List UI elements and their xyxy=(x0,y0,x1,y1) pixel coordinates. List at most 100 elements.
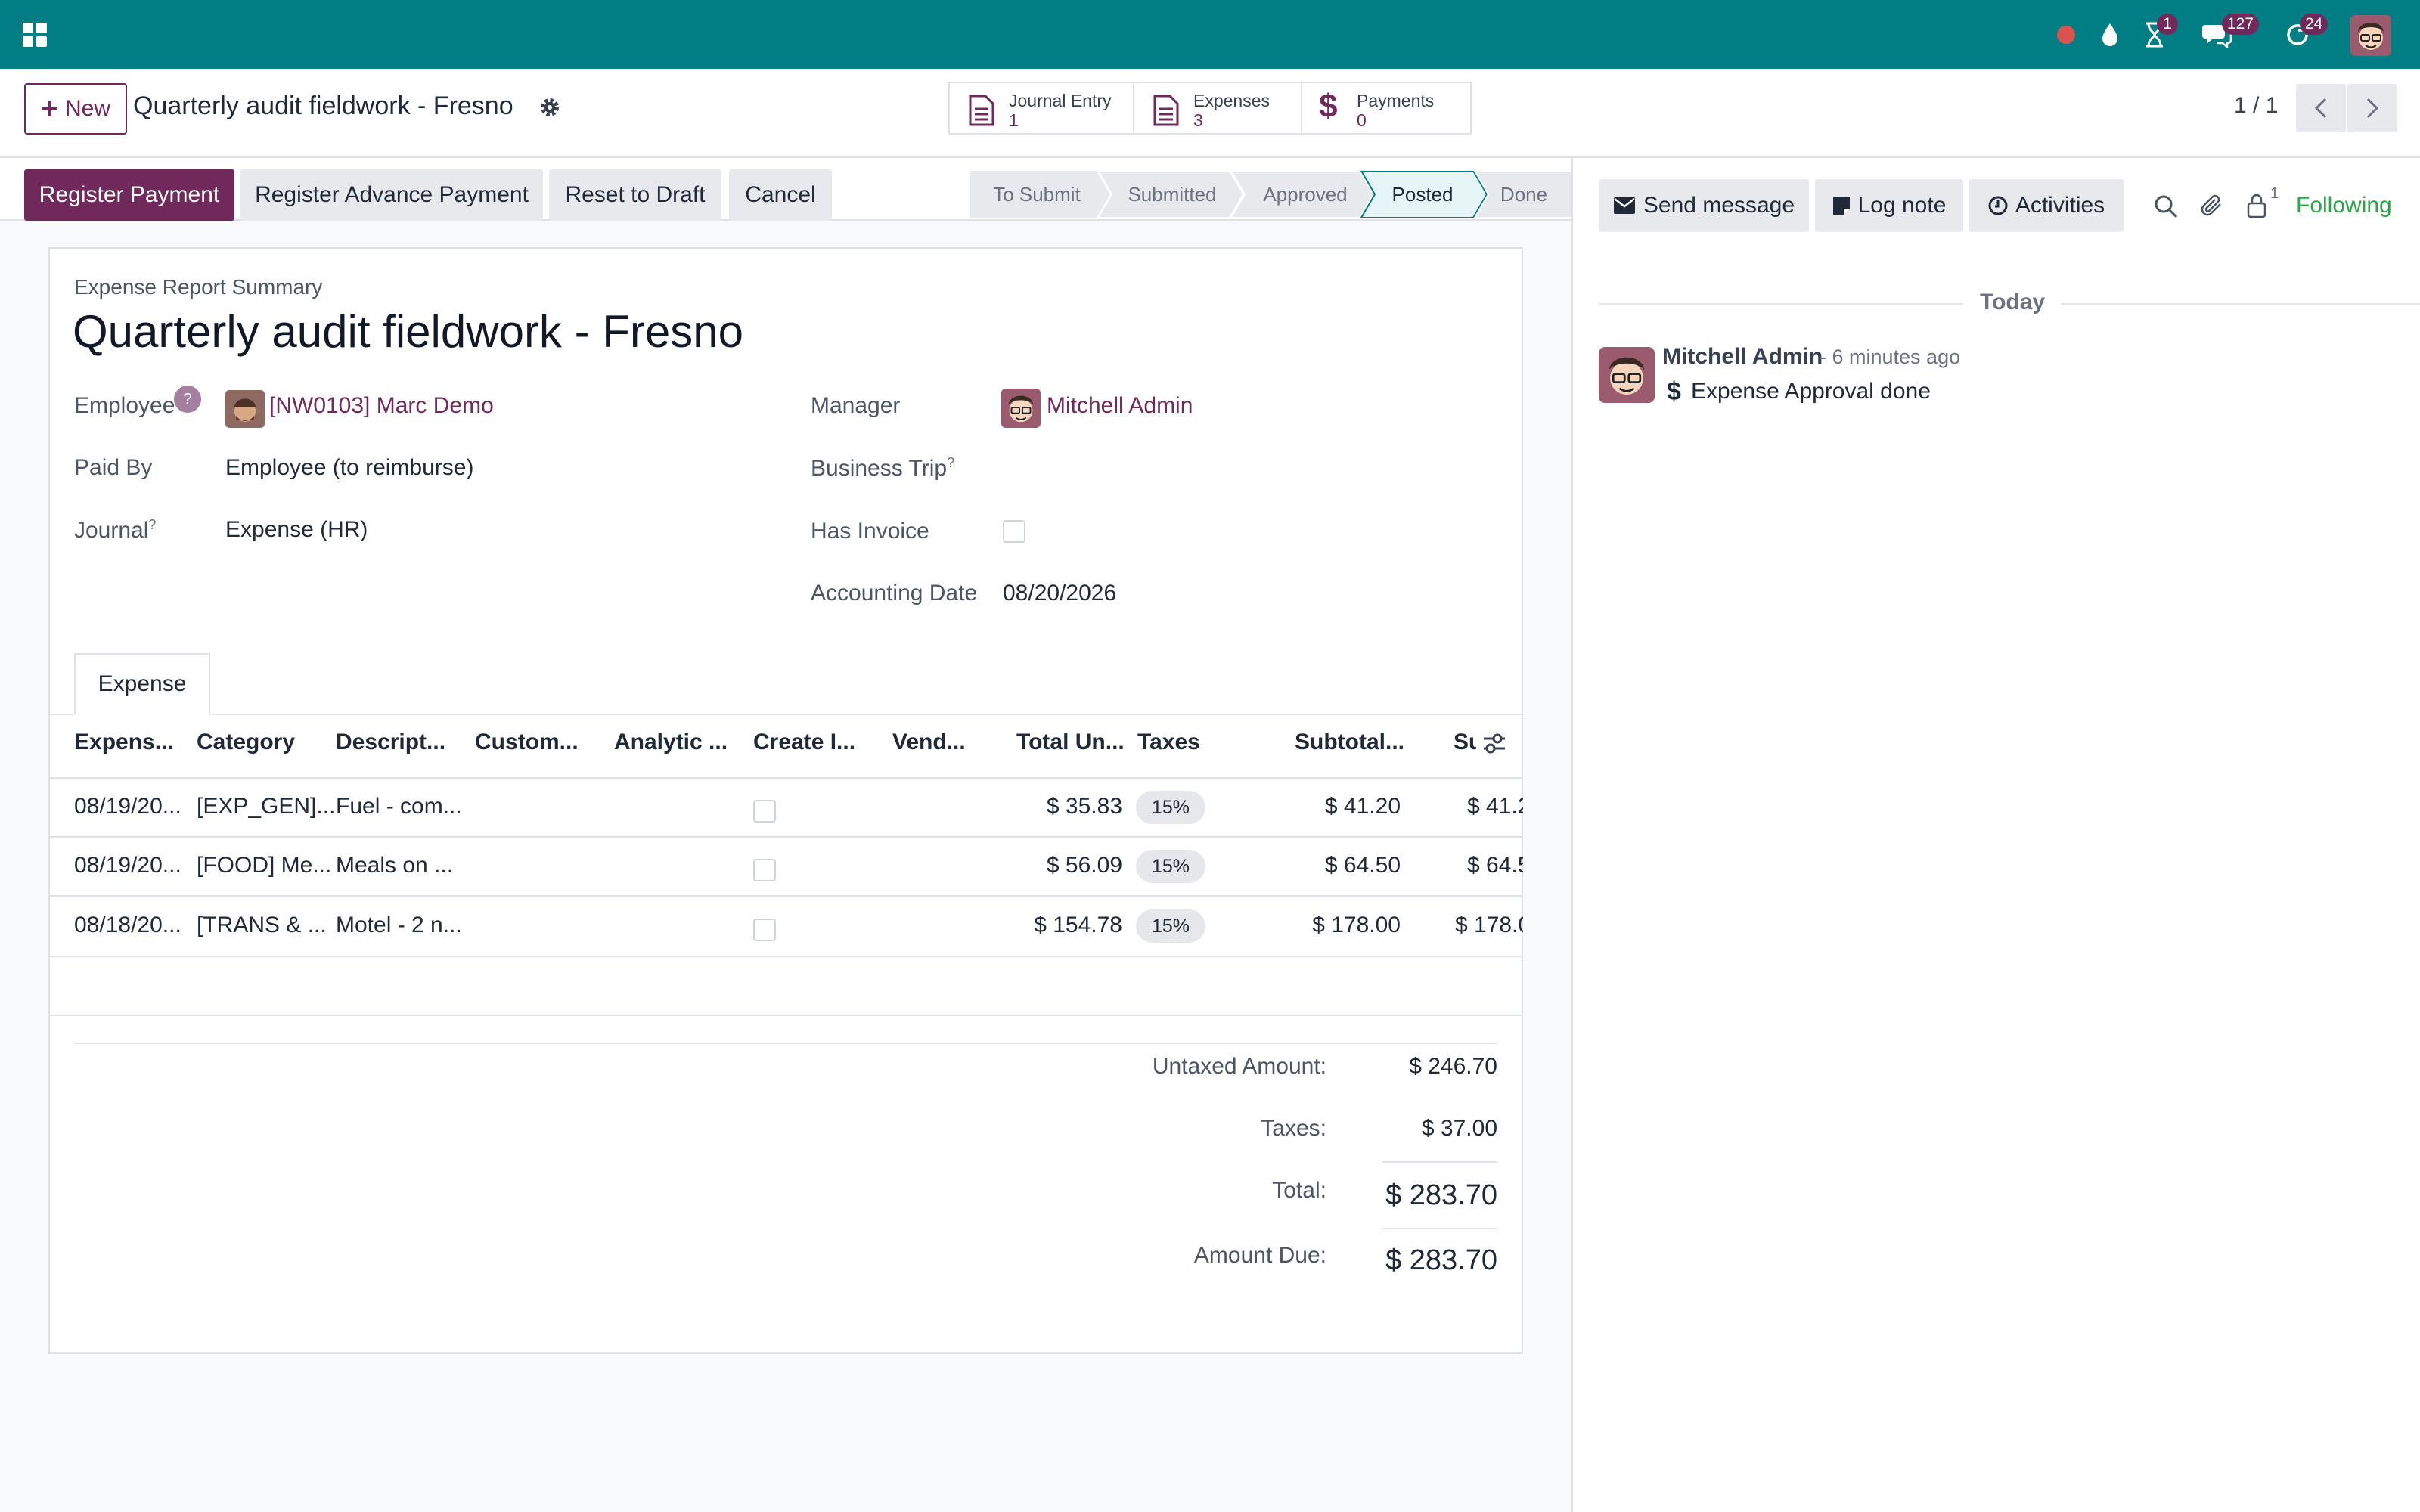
cell-subtotal-2: $ 64.5 xyxy=(1467,853,1523,878)
followers-count: 1 xyxy=(2270,185,2279,202)
business-trip-label-text: Business Trip xyxy=(811,456,948,481)
column-header-category[interactable]: Category xyxy=(197,730,295,755)
stage-submitted[interactable]: Submitted xyxy=(1106,171,1239,218)
optional-columns-toggle-icon[interactable] xyxy=(1482,733,1506,754)
journal-help-mark[interactable]: ? xyxy=(148,517,156,532)
stage-posted-active[interactable]: Posted xyxy=(1372,171,1473,218)
has-invoice-checkbox[interactable] xyxy=(1003,520,1025,543)
column-header-customer[interactable]: Custom... xyxy=(475,730,579,755)
recording-dot-icon[interactable] xyxy=(2049,18,2083,51)
report-title[interactable]: Quarterly audit fieldwork - Fresno xyxy=(73,305,743,358)
tax-tag: 15% xyxy=(1136,791,1205,824)
cell-subtotal: $ 178.00 xyxy=(1312,912,1401,937)
cell-create-invoice-checkbox[interactable] xyxy=(753,800,776,823)
untaxed-amount-value: $ 246.70 xyxy=(1409,1054,1497,1079)
tab-expense[interactable]: Expense xyxy=(74,653,210,715)
stage-to-submit[interactable]: To Submit xyxy=(970,171,1104,218)
column-header-subtotal-2[interactable]: Su xyxy=(1454,730,1476,755)
followers-lock-icon[interactable] xyxy=(2246,193,2267,218)
message-author-name[interactable]: Mitchell Admin xyxy=(1662,344,1823,370)
column-header-analytic[interactable]: Analytic ... xyxy=(614,730,728,755)
business-trip-label: Business Trip? xyxy=(811,455,954,482)
document-icon xyxy=(1153,94,1179,126)
paid-by-value[interactable]: Employee (to reimburse) xyxy=(225,455,473,481)
message-author-avatar[interactable] xyxy=(1599,347,1655,403)
accounting-date-value[interactable]: 08/20/2026 xyxy=(1003,581,1116,606)
droplet-icon[interactable] xyxy=(2093,18,2127,51)
employee-help-icon[interactable]: ? xyxy=(174,386,201,413)
chevron-left-icon xyxy=(2314,98,2327,119)
date-separator-today: Today xyxy=(1963,290,2062,315)
smart-button-label: Expenses xyxy=(1193,91,1270,110)
cell-date: 08/18/20... xyxy=(74,912,182,937)
paid-by-label: Paid By xyxy=(74,455,153,480)
search-icon[interactable] xyxy=(2154,194,2178,218)
employee-avatar xyxy=(225,390,265,428)
reset-to-draft-button[interactable]: Reset to Draft xyxy=(549,169,721,221)
new-button[interactable]: New xyxy=(24,83,127,135)
new-button-label: New xyxy=(64,96,110,121)
employee-link[interactable]: [NW0103] Marc Demo xyxy=(269,393,494,419)
cell-total-unit: $ 154.78 xyxy=(1034,912,1122,937)
journal-value[interactable]: Expense (HR) xyxy=(225,517,368,543)
apps-grid-icon[interactable] xyxy=(18,18,51,51)
employee-label: Employee xyxy=(74,393,175,418)
pager-next-button[interactable] xyxy=(2347,84,2397,132)
amount-due-value: $ 283.70 xyxy=(1385,1244,1497,1276)
column-header-taxes[interactable]: Taxes xyxy=(1137,730,1200,755)
control-panel: New Quarterly audit fieldwork - Fresno J… xyxy=(0,69,2420,158)
column-header-expense-date[interactable]: Expens... xyxy=(74,730,174,755)
smart-button-value: 3 xyxy=(1193,110,1203,130)
register-payment-button[interactable]: Register Payment xyxy=(24,169,234,221)
clock-icon xyxy=(1988,196,2008,215)
activities-button[interactable]: Activities xyxy=(1969,179,2124,232)
top-navbar: 1 127 24 xyxy=(0,0,2420,69)
cancel-button[interactable]: Cancel xyxy=(729,169,832,221)
pager-value[interactable]: 1 / 1 xyxy=(2234,93,2278,119)
cell-date: 08/19/20... xyxy=(74,794,182,819)
stage-done[interactable]: Done xyxy=(1482,171,1565,218)
smart-button-payments[interactable]: $ Payments 0 xyxy=(1301,82,1472,135)
totals-divider xyxy=(74,1043,1497,1044)
manager-link[interactable]: Mitchell Admin xyxy=(1047,393,1193,419)
column-header-vendor[interactable]: Vend... xyxy=(892,730,966,755)
column-header-create-invoice[interactable]: Create I... xyxy=(753,730,855,755)
dollar-icon: $ xyxy=(1667,377,1681,406)
stage-approved[interactable]: Approved xyxy=(1239,171,1372,218)
row-border xyxy=(48,956,1523,957)
column-header-subtotal[interactable]: Subtotal... xyxy=(1295,730,1404,755)
message-timestamp: - 6 minutes ago xyxy=(1820,345,1961,368)
column-header-total-unit[interactable]: Total Un... xyxy=(1016,730,1125,755)
cell-subtotal-2: $ 178.0 xyxy=(1455,912,1523,937)
cell-description: Motel - 2 n... xyxy=(336,912,462,937)
activity-count-badge: 1 xyxy=(2157,14,2178,35)
log-note-button[interactable]: Log note xyxy=(1815,179,1963,232)
paperclip-icon[interactable] xyxy=(2201,193,2225,218)
cell-description: Meals on ... xyxy=(336,853,454,878)
chatter-panel: Send message Log note Activities 1 Follo… xyxy=(1571,158,2420,1512)
tab-underline xyxy=(48,714,1523,715)
settings-gear-icon[interactable] xyxy=(538,96,561,119)
business-trip-help-mark[interactable]: ? xyxy=(947,455,954,470)
smart-button-journal-entry[interactable]: Journal Entry 1 xyxy=(948,82,1134,135)
following-button[interactable]: Following xyxy=(2296,193,2392,218)
pager-previous-button[interactable] xyxy=(2296,84,2346,132)
cell-create-invoice-checkbox[interactable] xyxy=(753,859,776,881)
messages-count-badge: 127 xyxy=(2222,14,2260,35)
user-avatar[interactable] xyxy=(2350,15,2391,56)
taxes-value: $ 37.00 xyxy=(1421,1116,1497,1141)
smart-button-label: Journal Entry xyxy=(1009,91,1112,110)
manager-label: Manager xyxy=(811,393,901,418)
send-message-button[interactable]: Send message xyxy=(1599,179,1809,232)
form-statusbar: Register Payment Register Advance Paymen… xyxy=(0,158,1571,221)
activities-label: Activities xyxy=(2015,193,2105,218)
column-header-description[interactable]: Descript... xyxy=(336,730,445,755)
register-advance-payment-button[interactable]: Register Advance Payment xyxy=(240,169,543,221)
dollar-icon: $ xyxy=(1319,88,1338,125)
cell-category: [FOOD] Me... xyxy=(197,853,332,878)
cell-subtotal: $ 64.50 xyxy=(1324,853,1401,878)
table-footer-border xyxy=(48,1015,1523,1016)
smart-button-expenses[interactable]: Expenses 3 xyxy=(1133,82,1302,135)
chevron-right-icon xyxy=(2366,98,2379,119)
cell-create-invoice-checkbox[interactable] xyxy=(753,919,776,941)
